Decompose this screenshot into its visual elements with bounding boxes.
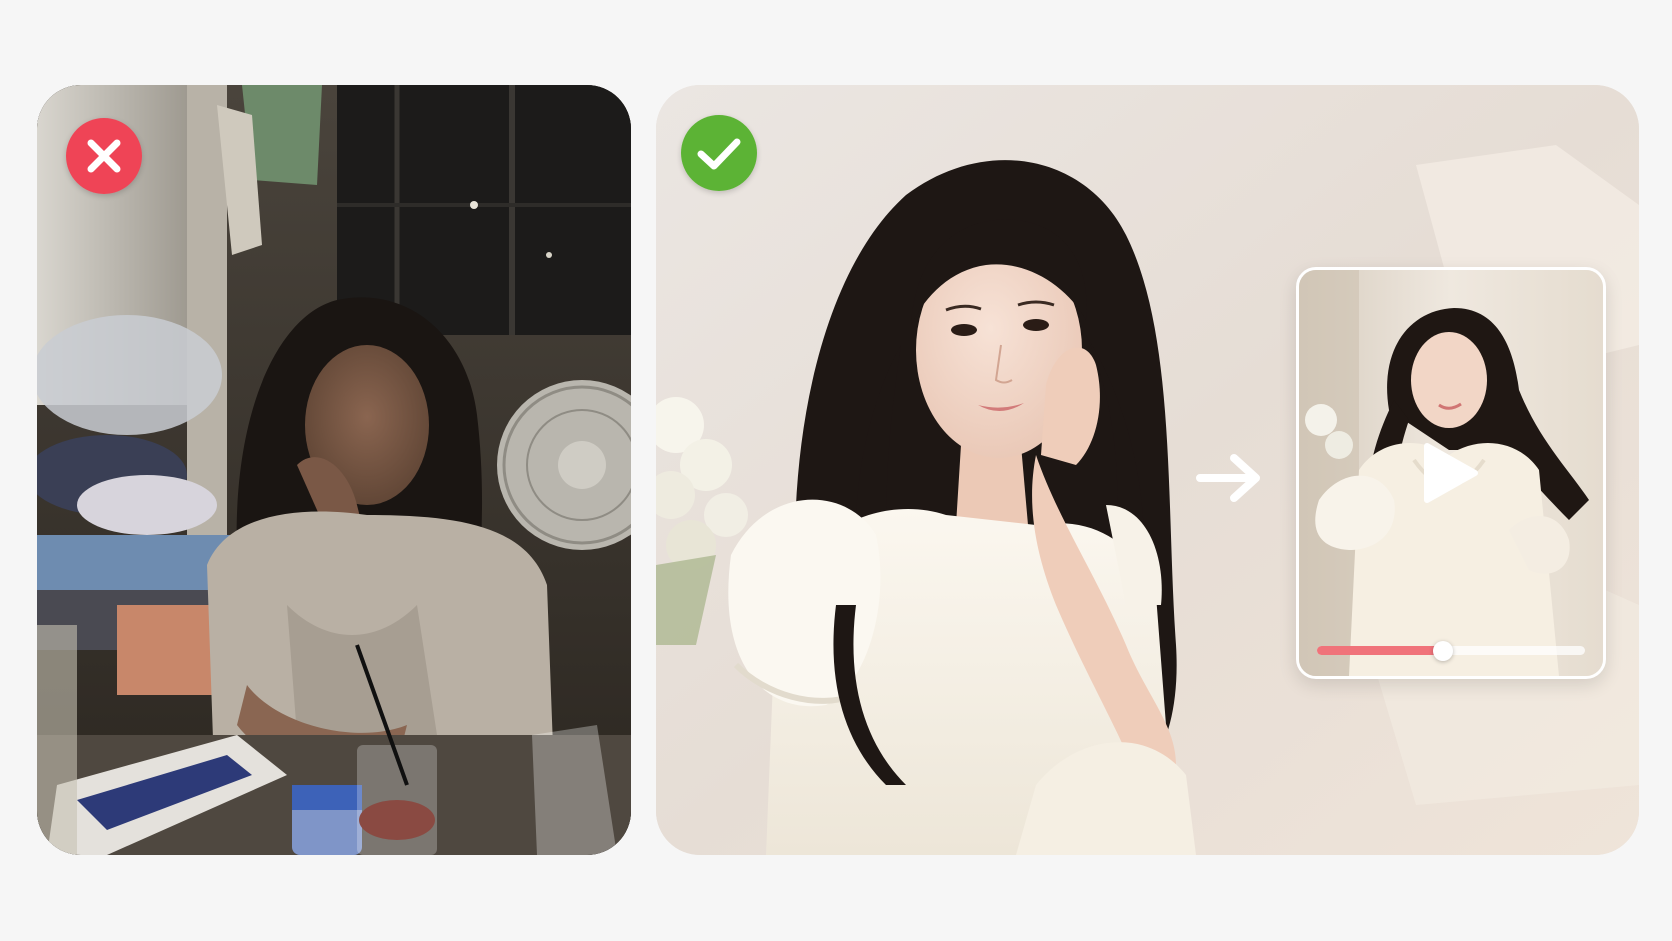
x-icon [66,118,142,194]
correct-badge [681,115,757,191]
play-icon[interactable] [1419,440,1481,506]
video-preview[interactable] [1296,267,1606,679]
incorrect-badge [66,118,142,194]
arrow-right-icon [1196,454,1260,502]
bad-example-photo [37,85,631,855]
good-example-card [656,85,1639,855]
bad-example-card [37,85,631,855]
video-progress-handle[interactable] [1432,640,1453,661]
video-progress-bar[interactable] [1317,640,1585,661]
check-icon [681,115,757,191]
video-progress-fill [1317,646,1443,655]
